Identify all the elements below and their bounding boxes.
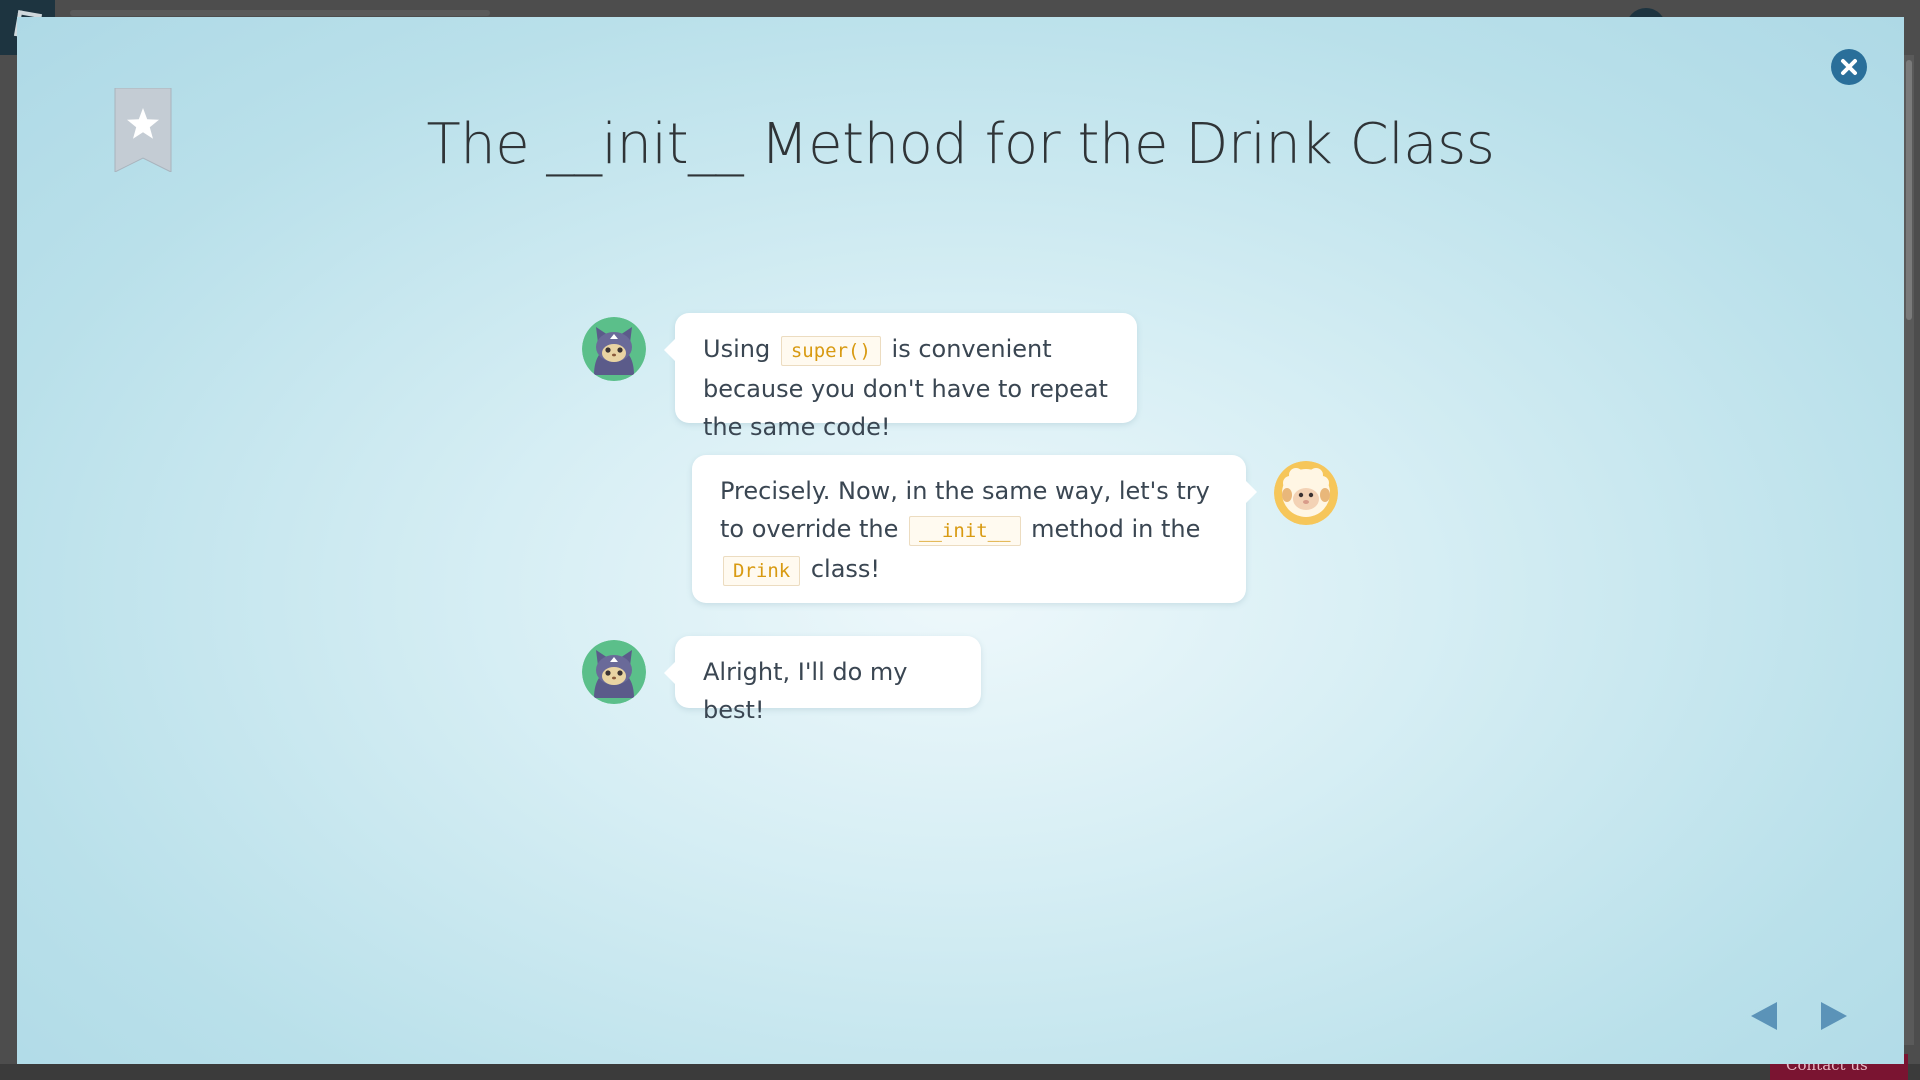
- code-super: super(): [780, 336, 881, 366]
- message-bubble-1: Using super() is convenient because you …: [664, 313, 1137, 441]
- previous-button[interactable]: [1747, 999, 1781, 1033]
- sheep-avatar: [1274, 461, 1338, 525]
- triangle-left-icon: [1751, 1002, 1777, 1030]
- cat-avatar-2: [582, 640, 646, 704]
- message-2-text-c: class!: [803, 555, 881, 583]
- message-bubble-2: Precisely. Now, in the same way, let's t…: [692, 455, 1257, 603]
- next-button[interactable]: [1817, 999, 1851, 1033]
- cat-avatar: [582, 317, 646, 381]
- code-init: __init__: [909, 516, 1021, 546]
- triangle-right-icon: [1821, 1002, 1847, 1030]
- code-drink: Drink: [723, 556, 801, 586]
- close-button[interactable]: [1831, 49, 1867, 85]
- close-icon: [1841, 59, 1857, 75]
- message-1-text-a: Using: [703, 335, 778, 363]
- page-scrollbar-thumb[interactable]: [1906, 60, 1912, 320]
- message-3-text: Alright, I'll do my best!: [703, 658, 908, 724]
- page-title: The __init__ Method for the Drink Class: [426, 112, 1495, 177]
- background-topbar: [70, 10, 490, 16]
- background-bottom-bar: [0, 1064, 1920, 1080]
- message-bubble-3: Alright, I'll do my best!: [664, 636, 981, 724]
- lesson-modal: The __init__ Method for the Drink Class …: [17, 17, 1904, 1064]
- message-2-text-b: method in the: [1023, 515, 1201, 543]
